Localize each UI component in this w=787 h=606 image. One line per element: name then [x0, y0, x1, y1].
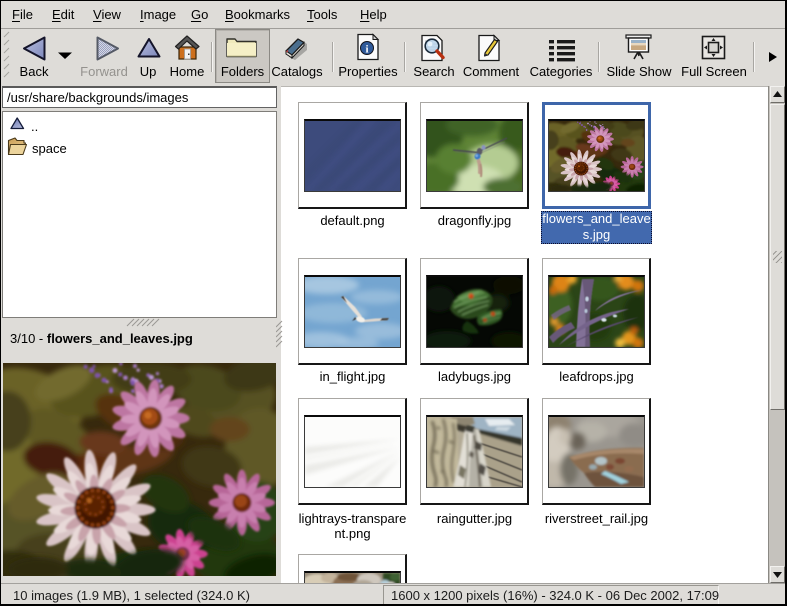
- svg-text:i: i: [365, 44, 368, 56]
